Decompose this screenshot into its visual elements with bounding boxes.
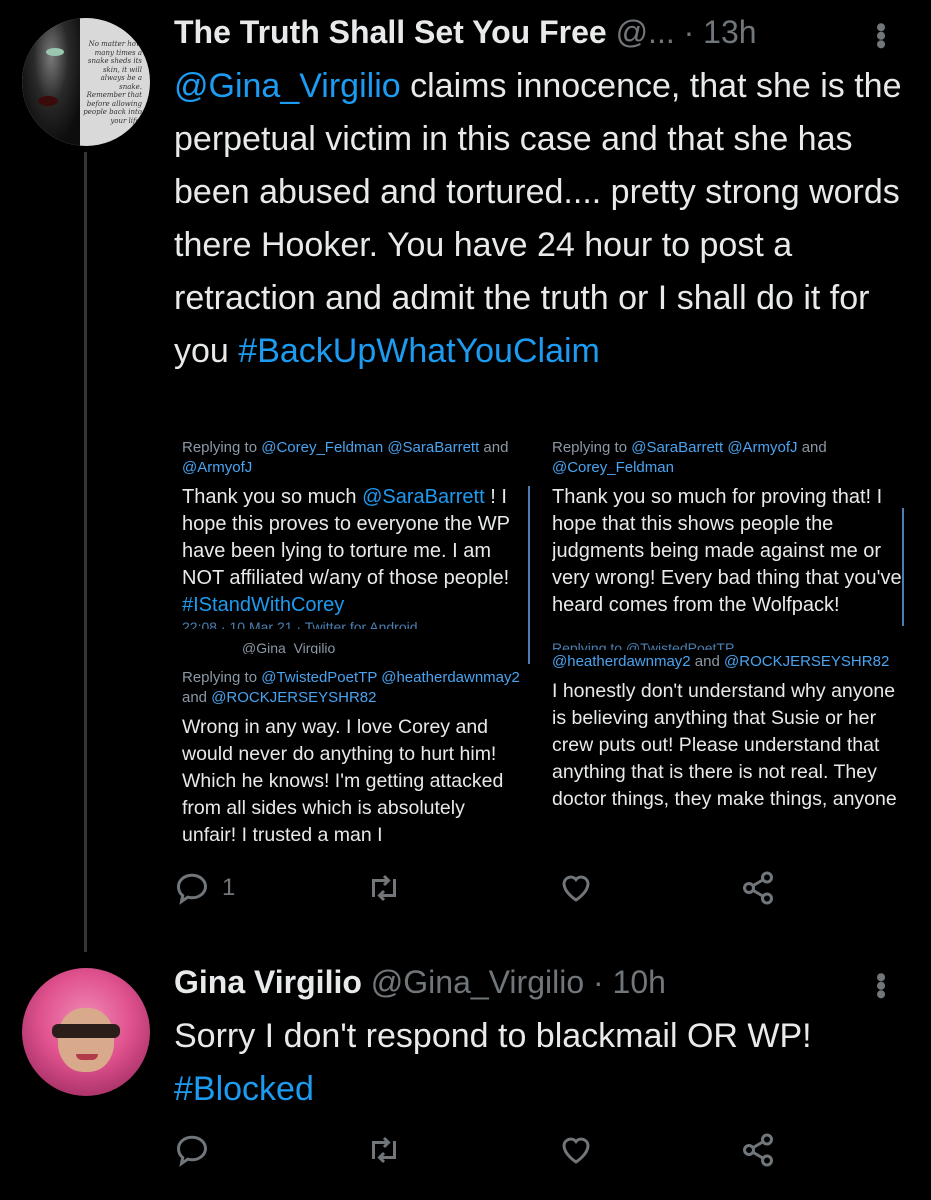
display-name[interactable]: Gina Virgilio [174,964,362,1000]
tweet-2[interactable]: Gina Virgilio @Gina_Virgilio · 10h ••• S… [0,940,931,1200]
timestamp[interactable]: 13h [703,14,756,50]
avatar-face-image [22,18,80,146]
like-icon [562,1137,590,1164]
screenshot-reply-1: Replying to @Corey_Feldman @SaraBarrett … [182,438,526,638]
screenshot-body: Wrong in any way. I love Corey and would… [182,716,504,846]
hashtag-link[interactable]: #Blocked [174,1063,914,1116]
tweet-header: Gina Virgilio @Gina_Virgilio · 10h [174,964,666,1001]
retweet-icon [372,1136,396,1164]
retweet-icon [372,874,396,902]
share-icon [743,871,773,905]
user-handle[interactable]: @... [616,14,675,50]
mention-link[interactable]: @Gina_Virgilio [174,67,401,105]
separator-dot: · [683,14,695,50]
reply-icon [176,873,208,905]
tweet-header: The Truth Shall Set You Free @... · 13h [174,14,757,51]
screenshot-handle: @Gina_Virgilio [242,640,336,654]
replying-to-text: Replying to @Corey_Feldman @SaraBarrett … [182,439,509,476]
avatar-quote-text: No matter how many times a snake sheds i… [83,40,142,125]
like-button[interactable] [558,1132,594,1168]
replying-to-text: @heatherdawnmay2 and @ROCKJERSEYSHR82 [552,653,890,670]
user-handle[interactable]: @Gina_Virgilio [371,964,584,1000]
replying-to-text: Replying to @TwistedPoetTP @heatherdawnm… [182,669,520,706]
avatar[interactable]: No matter how many times a snake sheds i… [22,18,150,146]
reply-icon [176,1135,208,1167]
more-icon[interactable]: ••• [863,22,897,48]
tweet-body: Sorry I don't respond to blackmail OR WP… [174,1017,812,1055]
divider-line [528,486,530,664]
tweet-actions [174,1132,914,1172]
hashtag-link[interactable]: #BackUpWhatYouClaim [238,332,600,370]
separator-dot: · [584,964,613,1000]
like-button[interactable] [558,870,594,906]
tweet-actions: 1 [174,870,914,910]
reply-count: 1 [222,874,236,901]
screenshot-body: Thank you so much @SaraBarrett ! I hope … [182,486,510,616]
tweet-media-image[interactable]: Replying to @Corey_Feldman @SaraBarrett … [174,428,911,856]
tweet-1[interactable]: No matter how many times a snake sheds i… [0,0,931,940]
screenshot-meta: 22:08 · 10 Mar 21 · Twitter for Android [182,619,418,629]
replying-to-text: Replying to @SaraBarrett @ArmyofJ and @C… [552,439,827,476]
screenshot-reply-3: @Gina_Virgilio Replying to @TwistedPoetT… [182,640,522,850]
screenshot-body: Thank you so much for proving that! I ho… [552,486,902,616]
avatar[interactable] [22,968,150,1096]
screenshot-reply-2: Replying to @SaraBarrett @ArmyofJ and @C… [552,438,902,636]
screenshot-body: I honestly don't understand why anyone i… [552,680,897,810]
display-name[interactable]: The Truth Shall Set You Free [174,14,607,50]
share-icon [743,1133,773,1167]
like-icon [562,875,590,902]
retweet-button[interactable] [366,870,402,906]
tweet-body: claims innocence, that she is the perpet… [174,67,902,370]
tweet-text: Sorry I don't respond to blackmail OR WP… [174,1010,914,1116]
reply-button[interactable]: 1 [174,870,235,906]
screenshot-reply-cut: Replying to @TwistedPoetTP [552,640,735,650]
tweet-text: @Gina_Virgilio claims innocence, that sh… [174,60,914,378]
share-button[interactable] [740,1132,776,1168]
retweet-button[interactable] [366,1132,402,1168]
more-icon[interactable]: ••• [863,972,897,998]
timestamp[interactable]: 10h [613,964,666,1000]
screenshot-reply-4: Replying to @TwistedPoetTP @heatherdawnm… [552,640,902,850]
reply-button[interactable] [174,1132,210,1168]
divider-line [902,508,904,626]
share-button[interactable] [740,870,776,906]
